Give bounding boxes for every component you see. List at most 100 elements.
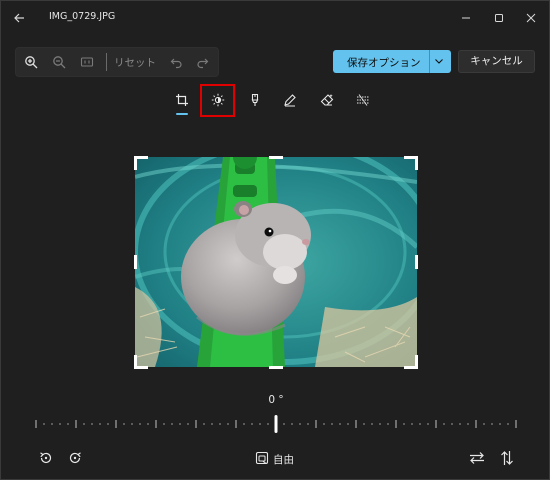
back-arrow-icon[interactable] — [9, 8, 29, 28]
ruler-tick — [51, 423, 53, 425]
flip-horizontal-icon[interactable] — [467, 448, 487, 468]
photo-canvas[interactable] — [135, 157, 417, 367]
ruler-tick — [179, 423, 181, 425]
background-blur-icon[interactable] — [352, 89, 374, 111]
ruler-tick — [267, 423, 269, 425]
crop-handle-left[interactable] — [134, 255, 137, 269]
redo-icon[interactable] — [193, 53, 211, 71]
ruler-tick — [467, 423, 469, 425]
crop-icon[interactable] — [171, 89, 193, 111]
zoom-out-icon[interactable] — [50, 53, 68, 71]
straighten-angle: 0 ° — [268, 394, 284, 406]
ruler-tick — [291, 423, 293, 425]
ruler-tick — [83, 423, 85, 425]
cancel-button[interactable]: キャンセル — [458, 50, 535, 73]
slider-thumb — [274, 415, 278, 433]
hamster-photo — [135, 157, 417, 367]
ruler-tick — [475, 420, 477, 428]
zoom-in-icon[interactable] — [22, 53, 40, 71]
toolbar-divider — [106, 53, 107, 71]
crop-handle-bottom[interactable] — [269, 366, 283, 369]
ruler-tick — [75, 420, 77, 428]
ruler-tick — [115, 420, 117, 428]
crop-handle-bl-v[interactable] — [134, 355, 137, 369]
crop-handle-tl-v[interactable] — [134, 156, 137, 170]
crop-handle-top[interactable] — [269, 156, 283, 159]
ruler-tick — [483, 423, 485, 425]
save-options-label: 保存オプション — [347, 57, 421, 69]
actual-size-icon[interactable] — [78, 53, 96, 71]
ruler-tick — [307, 423, 309, 425]
ruler-tick — [171, 423, 173, 425]
ruler-tick — [219, 423, 221, 425]
highlight-box — [200, 84, 235, 117]
ruler-tick — [515, 420, 517, 428]
rotate-right-icon[interactable] — [65, 448, 85, 468]
save-options-button[interactable]: 保存オプション — [333, 50, 451, 73]
window-title: IMG_0729.JPG — [49, 11, 116, 22]
reset-button[interactable]: リセット — [114, 55, 156, 70]
aspect-ratio-icon — [255, 451, 269, 468]
ruler-tick — [211, 423, 213, 425]
active-tool-indicator — [176, 113, 188, 115]
ruler-tick — [187, 423, 189, 425]
ruler-tick — [227, 423, 229, 425]
split-divider — [429, 50, 430, 73]
rotate-left-icon[interactable] — [36, 448, 56, 468]
ruler-tick — [35, 420, 37, 428]
ruler-tick — [299, 423, 301, 425]
photo-editor-window: IMG_0729.JPG リセット 保存オプション キャンセル 0 ° 自由 — [0, 0, 550, 480]
flip-vertical-icon[interactable] — [497, 448, 517, 468]
erase-icon[interactable] — [316, 89, 338, 111]
ruler-tick — [347, 423, 349, 425]
ruler-tick — [403, 423, 405, 425]
ruler-tick — [499, 423, 501, 425]
ruler-tick — [107, 423, 109, 425]
close-icon[interactable] — [518, 7, 544, 29]
ruler-tick — [323, 423, 325, 425]
ruler-tick — [235, 420, 237, 428]
ruler-tick — [355, 420, 357, 428]
markup-icon[interactable] — [279, 89, 301, 111]
minimize-icon[interactable] — [453, 7, 479, 29]
crop-handle-br-v[interactable] — [415, 355, 418, 369]
ruler-tick — [139, 423, 141, 425]
ruler-tick — [339, 423, 341, 425]
maximize-icon[interactable] — [486, 7, 512, 29]
ruler-tick — [259, 423, 261, 425]
ruler-tick — [91, 423, 93, 425]
ruler-tick — [387, 423, 389, 425]
ruler-tick — [195, 420, 197, 428]
aspect-ratio-button[interactable]: 自由 — [255, 450, 294, 468]
aspect-ratio-label: 自由 — [273, 453, 294, 466]
ruler-tick — [163, 423, 165, 425]
ruler-tick — [243, 423, 245, 425]
ruler-tick — [379, 423, 381, 425]
ruler-tick — [131, 423, 133, 425]
ruler-tick — [427, 423, 429, 425]
ruler-tick — [155, 420, 157, 428]
crop-handle-tr-v[interactable] — [415, 156, 418, 170]
ruler-tick — [99, 423, 101, 425]
ruler-tick — [59, 423, 61, 425]
ruler-tick — [507, 423, 509, 425]
undo-icon[interactable] — [167, 53, 185, 71]
ruler-tick — [251, 423, 253, 425]
crop-handle-right[interactable] — [415, 255, 418, 269]
ruler-tick — [147, 423, 149, 425]
ruler-tick — [43, 423, 45, 425]
ruler-tick — [491, 423, 493, 425]
ruler-tick — [451, 423, 453, 425]
ruler-tick — [443, 423, 445, 425]
chevron-down-icon[interactable] — [434, 56, 444, 69]
ruler-tick — [395, 420, 397, 428]
title-bar: IMG_0729.JPG — [1, 1, 549, 35]
ruler-tick — [67, 423, 69, 425]
straighten-slider[interactable] — [31, 413, 521, 435]
zoom-toolbar: リセット — [15, 47, 219, 77]
ruler-tick — [435, 420, 437, 428]
filter-icon[interactable] — [244, 89, 266, 111]
ruler-tick — [203, 423, 205, 425]
ruler-tick — [363, 423, 365, 425]
ruler-tick — [283, 423, 285, 425]
